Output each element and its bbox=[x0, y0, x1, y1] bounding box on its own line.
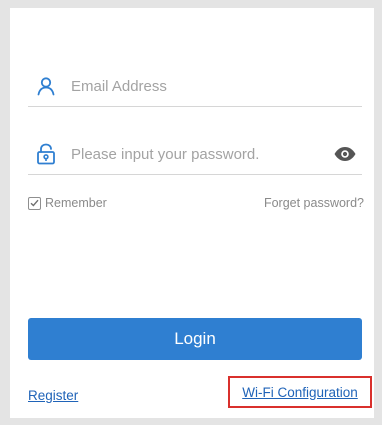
eye-icon[interactable] bbox=[332, 145, 358, 163]
email-input[interactable] bbox=[71, 77, 362, 95]
remember-label: Remember bbox=[45, 196, 107, 210]
checkbox-box[interactable] bbox=[28, 196, 41, 210]
password-input[interactable] bbox=[71, 145, 332, 163]
check-icon bbox=[30, 199, 39, 207]
password-field-row bbox=[28, 134, 362, 175]
login-button[interactable]: Login bbox=[28, 318, 362, 360]
email-field-row bbox=[28, 66, 362, 107]
remember-row: Remember Forget password? bbox=[28, 196, 364, 210]
forgot-password-link[interactable]: Forget password? bbox=[264, 196, 364, 210]
remember-checkbox[interactable]: Remember bbox=[28, 196, 107, 210]
lock-icon bbox=[35, 143, 57, 165]
login-screen: Remember Forget password? Login Register… bbox=[10, 8, 374, 418]
wifi-configuration-link[interactable]: Wi-Fi Configuration bbox=[242, 385, 358, 400]
wifi-config-highlight: Wi-Fi Configuration bbox=[228, 376, 372, 408]
user-icon bbox=[35, 75, 57, 97]
register-link[interactable]: Register bbox=[28, 388, 78, 403]
